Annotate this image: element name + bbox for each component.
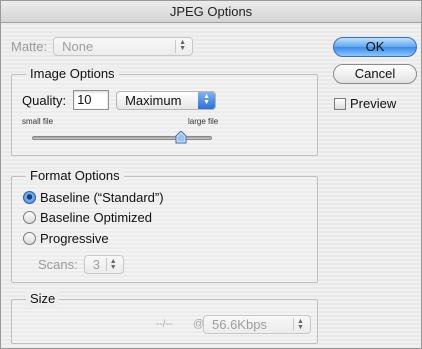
radio-baseline-standard[interactable]: Baseline (“Standard”) — [23, 188, 164, 206]
jpeg-options-dialog: JPEG Options Matte: None ▲ ▼ Image Option… — [0, 0, 422, 349]
slider-thumb-icon[interactable] — [175, 131, 187, 144]
updown-arrows-icon: ▲ ▼ — [293, 318, 307, 331]
image-options-group: Image Options Quality: 10 Maximum ▲ ▼ sma… — [11, 66, 318, 156]
scans-popup[interactable]: 3 ▲ ▼ — [83, 255, 124, 274]
radio-unselected-icon — [23, 210, 36, 224]
quality-row: Quality: 10 Maximum ▲ ▼ — [22, 90, 217, 110]
updown-arrows-icon: ▲ ▼ — [198, 91, 216, 109]
updown-arrows-icon: ▲ ▼ — [105, 258, 120, 271]
small-file-label: small file — [22, 117, 54, 126]
window-title: JPEG Options — [1, 1, 421, 23]
radio-baseline-optimized[interactable]: Baseline Optimized — [23, 208, 152, 226]
size-title: Size — [26, 291, 60, 306]
cancel-button[interactable]: Cancel — [333, 64, 417, 84]
scans-label: Scans: — [38, 257, 78, 272]
format-options-title: Format Options — [26, 168, 124, 183]
ok-button[interactable]: OK — [333, 37, 417, 57]
speed-value: 56.6Kbps — [212, 317, 267, 332]
quality-input[interactable]: 10 — [73, 90, 110, 110]
scans-value: 3 — [92, 257, 100, 272]
matte-popup[interactable]: None ▲ ▼ — [53, 36, 194, 56]
large-file-label: large file — [188, 117, 219, 126]
preview-label: Preview — [350, 96, 397, 111]
radio-unselected-icon — [23, 231, 36, 245]
radio-selected-icon — [23, 190, 36, 204]
preview-checkbox-row[interactable]: Preview — [334, 96, 396, 111]
radio-baseline-optimized-label: Baseline Optimized — [40, 209, 152, 225]
quality-preset-value: Maximum — [125, 92, 182, 108]
radio-progressive[interactable]: Progressive — [23, 229, 109, 247]
scans-row: Scans: 3 ▲ ▼ — [38, 255, 124, 274]
matte-label: Matte: — [11, 38, 48, 54]
updown-arrows-icon: ▲ ▼ — [175, 39, 189, 53]
quality-label: Quality: — [22, 92, 67, 108]
radio-baseline-standard-label: Baseline (“Standard”) — [40, 189, 164, 205]
speed-popup[interactable]: 56.6Kbps ▲ ▼ — [203, 315, 311, 334]
radio-progressive-label: Progressive — [40, 230, 109, 246]
image-options-title: Image Options — [26, 66, 119, 81]
size-estimate: --/-- — [156, 319, 173, 330]
matte-value: None — [62, 38, 94, 54]
preview-checkbox[interactable] — [334, 97, 346, 110]
matte-row: Matte: None ▲ ▼ — [11, 36, 194, 56]
quality-preset-popup[interactable]: Maximum ▲ ▼ — [116, 90, 217, 110]
